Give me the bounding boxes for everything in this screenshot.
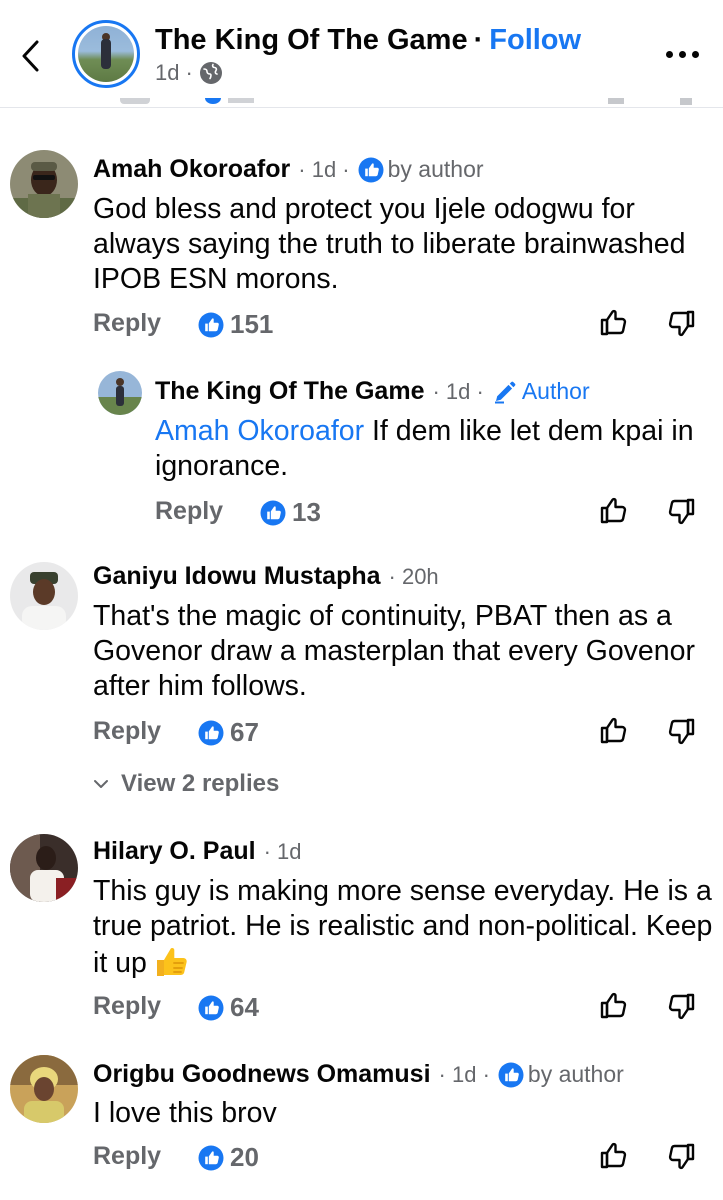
page-name[interactable]: The King Of The Game [155, 24, 468, 56]
avatar[interactable] [98, 371, 142, 415]
comment-time: · 1d · [298, 156, 350, 182]
thumbs-down-outline-icon[interactable] [665, 1141, 697, 1173]
like-count-value: 151 [230, 309, 274, 339]
comment-text: God bless and protect you Ijele odogwu f… [93, 193, 686, 295]
comment-time: · 1d · [438, 1061, 490, 1087]
reply-button[interactable]: Reply [93, 309, 161, 338]
thumbs-up-outline-icon[interactable] [598, 989, 630, 1021]
thumbs-down-outline-icon[interactable] [665, 991, 697, 1023]
pencil-icon [494, 381, 516, 403]
page-title-row: The King Of The Game · Follow [155, 24, 581, 57]
author-badge: Author [492, 378, 590, 405]
like-count[interactable]: 64 [198, 992, 259, 1023]
more-dots-icon[interactable] [659, 44, 699, 64]
badge-label: Author [521, 378, 590, 404]
like-count[interactable]: 67 [198, 717, 259, 748]
like-badge-icon [198, 312, 224, 338]
comment-time: · 20h [388, 563, 439, 589]
comment-header: Hilary O. Paul · 1d [93, 837, 301, 866]
follow-button[interactable]: Follow [489, 24, 581, 56]
like-count[interactable]: 13 [260, 497, 321, 528]
thumbs-up-outline-icon[interactable] [598, 306, 630, 338]
thumbs-up-outline-icon[interactable] [598, 1139, 630, 1171]
commenter-name[interactable]: The King Of The Game [155, 377, 424, 406]
post-header: The King Of The Game · Follow 1d · [0, 0, 723, 108]
thumbs-down-outline-icon[interactable] [665, 716, 697, 748]
reply-button[interactable]: Reply [93, 717, 161, 746]
like-count-value: 64 [230, 992, 259, 1022]
comment-text: This guy is making more sense everyday. … [93, 874, 713, 981]
by-author-badge: by author [358, 156, 484, 183]
by-author-badge: by author [498, 1061, 624, 1088]
comment-time: · 1d [263, 838, 302, 864]
comment-time: · 1d · [432, 378, 484, 404]
comment-header: Amah Okoroafor · 1d · by author [93, 155, 484, 184]
comment-header: Ganiyu Idowu Mustapha · 20h [93, 562, 439, 591]
comment-text: Amah Okoroafor If dem like let dem kpai … [155, 414, 715, 484]
thumbs-up-emoji-icon [156, 948, 187, 976]
globe-icon [199, 61, 223, 85]
comment-header: The King Of The Game · 1d · Author [155, 377, 590, 406]
like-count-value: 13 [292, 497, 321, 527]
like-count-value: 20 [230, 1142, 259, 1172]
like-count-value: 67 [230, 717, 259, 747]
thumbs-up-outline-icon[interactable] [598, 494, 630, 526]
comment-actions: Reply [155, 497, 223, 526]
post-time: 1d [155, 60, 180, 85]
badge-label: by author [527, 1061, 624, 1087]
comment-header: Origbu Goodnews Omamusi · 1d · by author [93, 1060, 624, 1089]
comment-actions: Reply [93, 309, 161, 338]
previous-comment-edge [0, 98, 723, 108]
thumbs-down-outline-icon[interactable] [665, 308, 697, 340]
comment-text: I love this brov [93, 1097, 277, 1129]
commenter-name[interactable]: Origbu Goodnews Omamusi [93, 1060, 431, 1089]
badge-label: by author [387, 156, 484, 182]
like-badge-icon [198, 995, 224, 1021]
mention-link[interactable]: Amah Okoroafor [155, 415, 364, 447]
thumbs-up-outline-icon[interactable] [598, 714, 630, 746]
like-badge-icon [358, 157, 384, 183]
view-replies-label: View 2 replies [121, 770, 280, 797]
avatar[interactable] [10, 562, 78, 630]
back-chevron-icon[interactable] [14, 36, 48, 76]
chevron-down-icon [94, 780, 108, 788]
like-count[interactable]: 20 [198, 1142, 259, 1173]
page-avatar[interactable] [72, 20, 140, 88]
title-separator: · [473, 24, 484, 56]
avatar[interactable] [10, 834, 78, 902]
thumbs-down-outline-icon[interactable] [665, 496, 697, 528]
comment-actions: Reply [93, 717, 161, 746]
commenter-name[interactable]: Ganiyu Idowu Mustapha [93, 562, 381, 591]
reply-button[interactable]: Reply [155, 497, 223, 526]
comment-actions: Reply [93, 992, 161, 1021]
avatar[interactable] [10, 1055, 78, 1123]
like-count[interactable]: 151 [198, 309, 273, 340]
comment-actions: Reply [93, 1142, 161, 1171]
view-replies-button[interactable]: View 2 replies [93, 770, 279, 798]
post-meta: 1d · [155, 60, 223, 86]
reply-button[interactable]: Reply [93, 992, 161, 1021]
like-badge-icon [198, 720, 224, 746]
reply-button[interactable]: Reply [93, 1142, 161, 1171]
like-badge-icon [260, 500, 286, 526]
like-badge-icon [498, 1062, 524, 1088]
comment-text: That's the magic of continuity, PBAT the… [93, 600, 695, 702]
like-badge-icon [198, 1145, 224, 1171]
post-time-separator: · [185, 60, 193, 85]
commenter-name[interactable]: Amah Okoroafor [93, 155, 290, 184]
commenter-name[interactable]: Hilary O. Paul [93, 837, 256, 866]
avatar[interactable] [10, 150, 78, 218]
